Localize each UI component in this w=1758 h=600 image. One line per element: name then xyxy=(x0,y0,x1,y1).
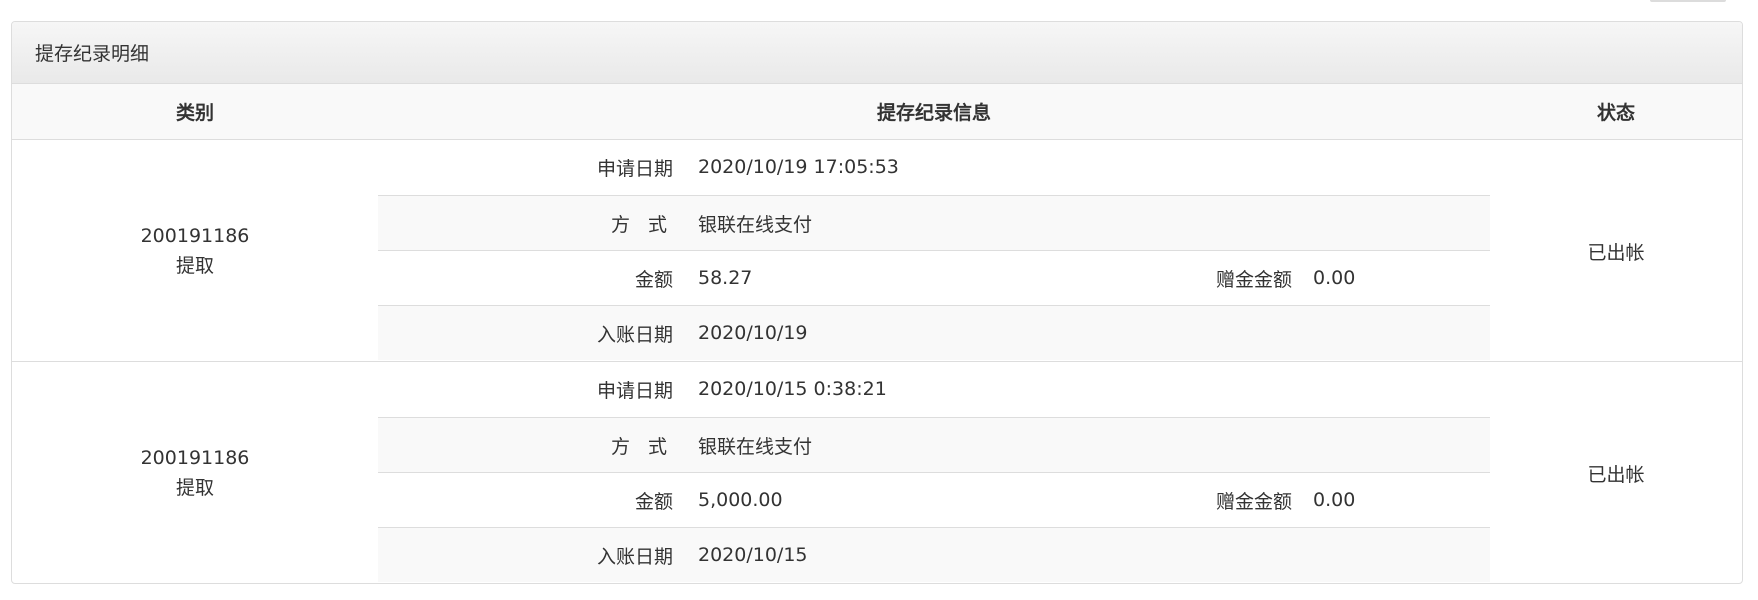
posting-date-value: 2020/10/19 xyxy=(698,322,808,344)
apply-date-label: 申请日期 xyxy=(596,157,673,180)
header-info: 提存纪录信息 xyxy=(876,102,991,124)
record-type: 提取 xyxy=(175,255,214,277)
posting-date-label: 入账日期 xyxy=(596,323,673,346)
header-category: 类别 xyxy=(175,102,214,124)
apply-date-value: 2020/10/15 0:38:21 xyxy=(698,378,887,400)
posting-date-label: 入账日期 xyxy=(596,545,673,568)
bonus-value: 0.00 xyxy=(1313,267,1356,289)
amount-value: 58.27 xyxy=(698,267,753,289)
bonus-label: 赠金金额 xyxy=(1215,268,1292,291)
info-row-amount: 金额 5,000.00 赠金金额 0.00 xyxy=(378,472,1490,527)
header-status: 状态 xyxy=(1596,102,1635,124)
top-edge-fragment xyxy=(1650,0,1726,2)
info-subtable: 申请日期 2020/10/15 0:38:21 方 式 银联在线支付 金额 5,… xyxy=(378,362,1490,582)
method-value: 银联在线支付 xyxy=(698,213,813,236)
status-cell: 已出帐 xyxy=(1490,362,1742,583)
category-cell: 200191186 提取 xyxy=(12,140,378,362)
info-row-apply-date: 申请日期 2020/10/19 17:05:53 xyxy=(378,140,1490,195)
method-value: 银联在线支付 xyxy=(698,435,813,458)
amount-value: 5,000.00 xyxy=(698,489,783,511)
amount-label: 金额 xyxy=(634,268,673,291)
method-label: 方 式 xyxy=(610,435,673,458)
info-row-method: 方 式 银联在线支付 xyxy=(378,195,1490,250)
info-row-posting-date: 入账日期 2020/10/15 xyxy=(378,527,1490,582)
info-row-amount: 金额 58.27 赠金金额 0.00 xyxy=(378,250,1490,305)
category-cell: 200191186 提取 xyxy=(12,362,378,583)
status-text: 已出帐 xyxy=(1587,463,1645,486)
record-type: 提取 xyxy=(175,477,214,499)
info-subtable: 申请日期 2020/10/19 17:05:53 方 式 银联在线支付 金额 5… xyxy=(378,140,1490,360)
amount-label: 金额 xyxy=(634,490,673,513)
table-row: 200191186 提取 申请日期 2020/10/15 0:38:21 方 式… xyxy=(12,362,1742,583)
info-row-apply-date: 申请日期 2020/10/15 0:38:21 xyxy=(378,362,1490,417)
table-header: 类别 提存纪录信息 状态 xyxy=(12,84,1742,140)
apply-date-label: 申请日期 xyxy=(596,379,673,402)
method-label: 方 式 xyxy=(610,213,673,236)
panel-title: 提存纪录明细 xyxy=(12,22,1742,84)
records-panel: 提存纪录明细 类别 提存纪录信息 状态 200191186 提取 申请日期 20… xyxy=(11,21,1743,584)
record-id: 200191186 xyxy=(140,447,250,469)
table-row: 200191186 提取 申请日期 2020/10/19 17:05:53 方 … xyxy=(12,140,1742,362)
info-row-method: 方 式 银联在线支付 xyxy=(378,417,1490,472)
record-id: 200191186 xyxy=(140,225,250,247)
bonus-value: 0.00 xyxy=(1313,489,1356,511)
status-text: 已出帐 xyxy=(1587,241,1645,264)
info-row-posting-date: 入账日期 2020/10/19 xyxy=(378,305,1490,360)
apply-date-value: 2020/10/19 17:05:53 xyxy=(698,156,899,178)
posting-date-value: 2020/10/15 xyxy=(698,544,808,566)
bonus-label: 赠金金额 xyxy=(1215,490,1292,513)
status-cell: 已出帐 xyxy=(1490,140,1742,362)
